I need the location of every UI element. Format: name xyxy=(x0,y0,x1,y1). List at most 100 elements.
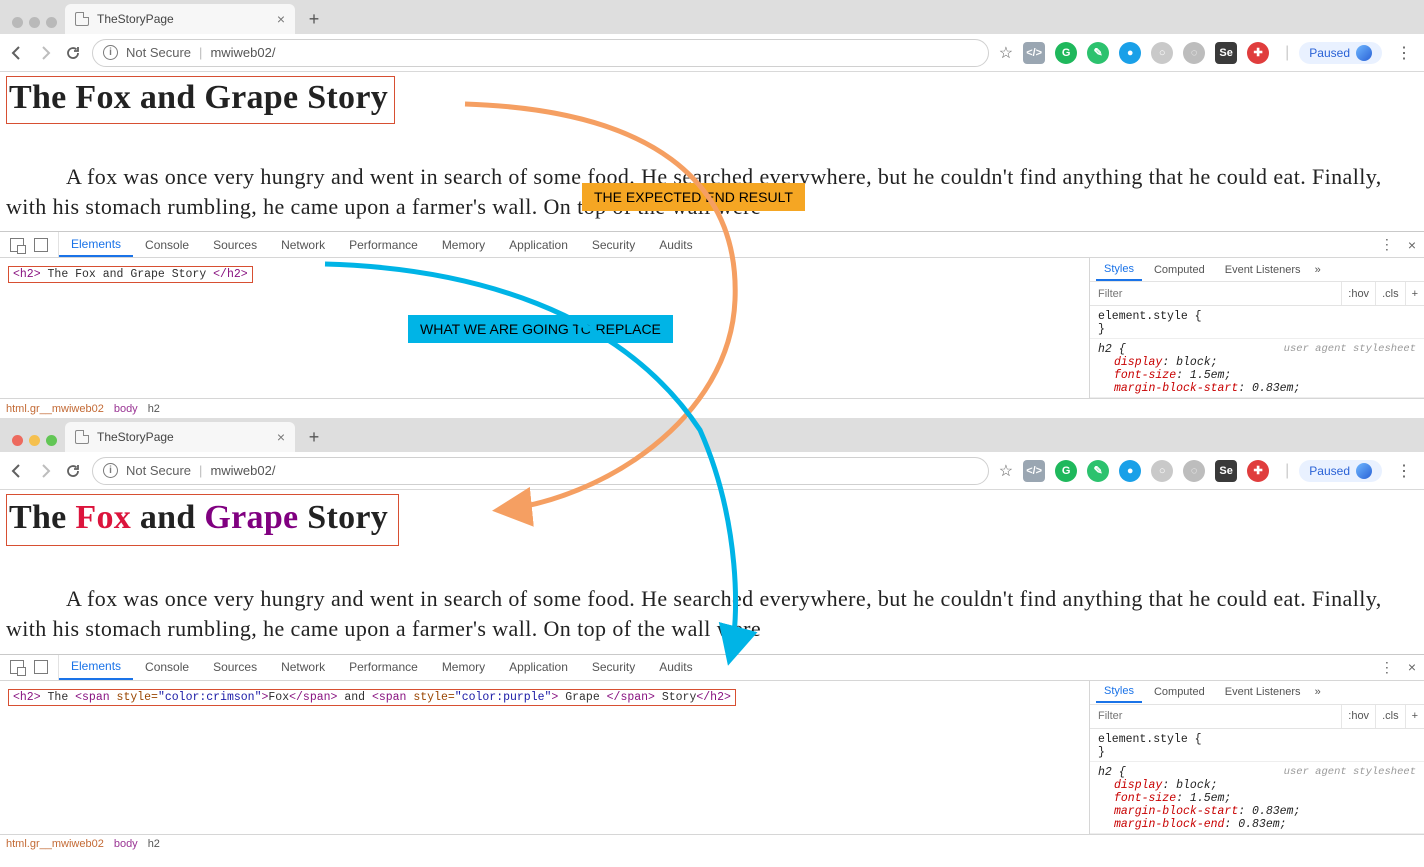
new-rule-button[interactable]: + xyxy=(1405,282,1424,305)
devtools-tab-performance[interactable]: Performance xyxy=(337,655,430,680)
ext-icon-2[interactable]: G xyxy=(1055,460,1077,482)
forward-button[interactable] xyxy=(36,44,54,62)
cls-toggle[interactable]: .cls xyxy=(1375,705,1405,728)
ext-icon-4[interactable]: ● xyxy=(1119,42,1141,64)
hov-toggle[interactable]: :hov xyxy=(1341,705,1375,728)
devtools-more-icon[interactable]: ⋮ xyxy=(1380,659,1394,676)
devtools-tab-console[interactable]: Console xyxy=(133,232,201,257)
devtools-tab-elements[interactable]: Elements xyxy=(59,232,133,257)
info-icon[interactable]: i xyxy=(103,45,118,60)
element-picker-icon[interactable] xyxy=(10,660,24,674)
dom-breadcrumbs[interactable]: html.gr__mwiweb02 body h2 xyxy=(0,834,1424,854)
dom-breadcrumbs[interactable]: html.gr__mwiweb02 body h2 xyxy=(0,398,1424,418)
styles-filter-input[interactable] xyxy=(1090,288,1341,300)
forward-button[interactable] xyxy=(36,462,54,480)
cls-toggle[interactable]: .cls xyxy=(1375,282,1405,305)
crumb-h2[interactable]: h2 xyxy=(148,403,160,415)
devtools-tab-audits[interactable]: Audits xyxy=(647,655,704,680)
close-tab-icon[interactable]: × xyxy=(277,11,285,27)
new-tab-button[interactable]: + xyxy=(301,424,327,450)
devtools-tab-application[interactable]: Application xyxy=(497,655,580,680)
ext-icon-8[interactable]: ✚ xyxy=(1247,42,1269,64)
dom-tree[interactable]: <h2> The <span style="color:crimson">Fox… xyxy=(0,681,1089,834)
back-button[interactable] xyxy=(8,462,26,480)
devtools-tab-application[interactable]: Application xyxy=(497,232,580,257)
mac-close-dot[interactable] xyxy=(12,17,23,28)
devtools-tab-audits[interactable]: Audits xyxy=(647,232,704,257)
crumb-body[interactable]: body xyxy=(114,838,138,850)
crumb-body[interactable]: body xyxy=(114,403,138,415)
devtools-tab-sources[interactable]: Sources xyxy=(201,655,269,680)
style-rule-ua[interactable]: user agent stylesheet h2 { display: bloc… xyxy=(1090,339,1424,398)
devtools-tab-console[interactable]: Console xyxy=(133,655,201,680)
style-rule-ua[interactable]: user agent stylesheet h2 { display: bloc… xyxy=(1090,762,1424,834)
devtools-tab-performance[interactable]: Performance xyxy=(337,232,430,257)
ext-icon-6[interactable]: ◌ xyxy=(1183,460,1205,482)
style-rule-element[interactable]: element.style { } xyxy=(1090,729,1424,762)
styles-tab-styles[interactable]: Styles xyxy=(1096,259,1142,281)
hov-toggle[interactable]: :hov xyxy=(1341,282,1375,305)
new-tab-button[interactable]: + xyxy=(301,6,327,32)
element-picker-icon[interactable] xyxy=(10,238,24,252)
mac-max-dot[interactable] xyxy=(46,435,57,446)
new-rule-button[interactable]: + xyxy=(1405,705,1424,728)
devtools-tab-network[interactable]: Network xyxy=(269,232,337,257)
devtools-more-icon[interactable]: ⋮ xyxy=(1380,236,1394,253)
devtools-close-icon[interactable]: × xyxy=(1408,237,1416,253)
styles-tab-computed[interactable]: Computed xyxy=(1146,260,1213,280)
ext-icon-7[interactable]: Se xyxy=(1215,460,1237,482)
address-bar[interactable]: i Not Secure | mwiweb02/ xyxy=(92,457,989,485)
profile-paused-chip[interactable]: Paused xyxy=(1299,42,1382,64)
ext-icon-4[interactable]: ● xyxy=(1119,460,1141,482)
bookmark-star-icon[interactable]: ☆ xyxy=(999,461,1013,481)
styles-tab-styles[interactable]: Styles xyxy=(1096,681,1142,703)
profile-paused-chip[interactable]: Paused xyxy=(1299,460,1382,482)
styles-more-icon[interactable]: » xyxy=(1315,264,1321,276)
devtools-tab-network[interactable]: Network xyxy=(269,655,337,680)
ext-icon-7[interactable]: Se xyxy=(1215,42,1237,64)
close-tab-icon[interactable]: × xyxy=(277,429,285,445)
ext-icon-1[interactable]: </> xyxy=(1023,42,1045,64)
bookmark-star-icon[interactable]: ☆ xyxy=(999,43,1013,63)
ext-icon-3[interactable]: ✎ xyxy=(1087,42,1109,64)
ext-icon-8[interactable]: ✚ xyxy=(1247,460,1269,482)
mac-min-dot[interactable] xyxy=(29,435,40,446)
browser-tab[interactable]: TheStoryPage × xyxy=(65,422,295,452)
ext-icon-5[interactable]: ○ xyxy=(1151,42,1173,64)
styles-filter-input[interactable] xyxy=(1090,710,1341,722)
ext-icon-2[interactable]: G xyxy=(1055,42,1077,64)
browser-tab[interactable]: TheStoryPage × xyxy=(65,4,295,34)
devtools-tab-memory[interactable]: Memory xyxy=(430,232,497,257)
devtools-tab-sources[interactable]: Sources xyxy=(201,232,269,257)
address-bar[interactable]: i Not Secure | mwiweb02/ xyxy=(92,39,989,67)
devtools-close-icon[interactable]: × xyxy=(1408,659,1416,675)
mac-min-dot[interactable] xyxy=(29,17,40,28)
crumb-html[interactable]: html.gr__mwiweb02 xyxy=(6,838,104,850)
styles-tab-events[interactable]: Event Listeners xyxy=(1217,682,1309,702)
back-button[interactable] xyxy=(8,44,26,62)
styles-more-icon[interactable]: » xyxy=(1315,686,1321,698)
ext-icon-5[interactable]: ○ xyxy=(1151,460,1173,482)
kebab-menu-icon[interactable]: ⋮ xyxy=(1392,461,1416,481)
devtools-tab-security[interactable]: Security xyxy=(580,232,647,257)
mac-close-dot[interactable] xyxy=(12,435,23,446)
device-toggle-icon[interactable] xyxy=(34,660,48,674)
reload-button[interactable] xyxy=(64,44,82,62)
ext-icon-1[interactable]: </> xyxy=(1023,460,1045,482)
dom-selected-node[interactable]: <h2> The Fox and Grape Story </h2> xyxy=(8,266,253,283)
style-rule-element[interactable]: element.style { } xyxy=(1090,306,1424,339)
crumb-h2[interactable]: h2 xyxy=(148,838,160,850)
styles-tab-computed[interactable]: Computed xyxy=(1146,682,1213,702)
reload-button[interactable] xyxy=(64,462,82,480)
kebab-menu-icon[interactable]: ⋮ xyxy=(1392,43,1416,63)
ext-icon-6[interactable]: ◌ xyxy=(1183,42,1205,64)
crumb-html[interactable]: html.gr__mwiweb02 xyxy=(6,403,104,415)
devtools-tab-memory[interactable]: Memory xyxy=(430,655,497,680)
info-icon[interactable]: i xyxy=(103,463,118,478)
ext-icon-3[interactable]: ✎ xyxy=(1087,460,1109,482)
devtools-tab-elements[interactable]: Elements xyxy=(59,655,133,680)
device-toggle-icon[interactable] xyxy=(34,238,48,252)
mac-max-dot[interactable] xyxy=(46,17,57,28)
styles-tab-events[interactable]: Event Listeners xyxy=(1217,260,1309,280)
devtools-tab-security[interactable]: Security xyxy=(580,655,647,680)
